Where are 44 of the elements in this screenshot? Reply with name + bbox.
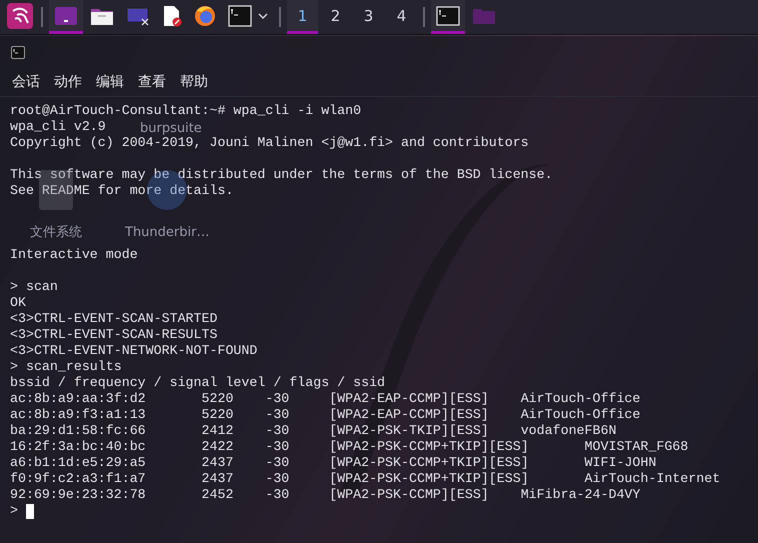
menu-item[interactable]: 帮助 [176, 72, 212, 92]
terminal-line: > scan [10, 279, 58, 295]
terminal-line: 16:2f:3a:bc:40:bc 2422 -30 [WPA2-PSK-CCMP+TKIP][ESS] MOVISTAR_FG68 [10, 439, 688, 455]
folder-icon [472, 6, 496, 24]
workspace-button[interactable]: 4 [386, 0, 417, 34]
terminal-line: root@AirTouch-Consultant:~# wpa_cli -i wlan0 [10, 103, 362, 119]
terminal-line: > scan_results [10, 359, 122, 375]
terminal-line: <3>CTRL-EVENT-SCAN-RESULTS [10, 327, 218, 343]
terminal-line: Interactive mode [10, 247, 138, 263]
browser-icon [194, 4, 216, 26]
terminal-line: ac:8b:a9:f3:a1:13 5220 -30 [WPA2-EAP-CCMP][ESS] AirTouch-Office [10, 407, 640, 423]
terminal-line: ac:8b:a9:aa:3f:d2 5220 -30 [WPA2-EAP-CCMP][ESS] AirTouch-Office [10, 391, 640, 407]
terminal-line: OK [10, 295, 26, 311]
terminal-line: wpa_cli v2.9 [10, 119, 106, 135]
window-icon [54, 6, 78, 26]
terminal-line: This software may be distributed under the terms of the BSD license. [10, 167, 553, 183]
desktop-icon-label[interactable]: 文件系统 [30, 226, 82, 240]
desktop-icon-label[interactable]: burpsuite [140, 122, 202, 136]
terminal-line: ba:29:d1:58:fc:66 2412 -30 [WPA2-PSK-TKIP][ESS] vodafoneFB6N [10, 423, 616, 439]
text-cursor [26, 504, 34, 518]
terminal-line: <3>CTRL-EVENT-NETWORK-NOT-FOUND [10, 343, 258, 359]
workspace-button[interactable]: 1 [287, 0, 318, 34]
menu-item[interactable]: 会话 [8, 72, 44, 92]
terminal-line: bssid / frequency / signal level / flags / ssid [10, 375, 386, 391]
workspace-button[interactable]: 3 [353, 0, 384, 34]
document-icon [162, 4, 182, 26]
terminal-line: See README for more details. [10, 183, 234, 199]
menu-item[interactable]: 动作 [50, 72, 86, 92]
terminal-line: Copyright (c) 2004-2019, Jouni Malinen <j@w1.fi> and contributors [10, 135, 529, 151]
task-button[interactable] [431, 0, 465, 34]
terminal-line: <3>CTRL-EVENT-SCAN-STARTED [10, 311, 218, 327]
terminal-icon [11, 46, 25, 58]
monitor-icon [126, 6, 150, 26]
terminal-line: f0:9f:c2:a3:f1:a7 2437 -30 [WPA2-PSK-CCMP+TKIP][ESS] AirTouch-Internet [10, 471, 720, 487]
menu-item[interactable]: 查看 [134, 72, 170, 92]
terminal-icon [228, 4, 252, 26]
terminal-icon [436, 6, 460, 26]
desktop-icon-label[interactable]: Thunderbir… [125, 226, 210, 240]
terminal-line: a6:b1:1d:e5:29:a5 2437 -30 [WPA2-PSK-CCMP+TKIP][ESS] WIFI-JOHN [10, 455, 656, 471]
workspace-button[interactable]: 2 [320, 0, 351, 34]
prompt-symbol: > [10, 503, 18, 519]
chevron-down-icon [258, 12, 268, 18]
menu-item[interactable]: 编辑 [92, 72, 128, 92]
terminal-line: 92:69:9e:23:32:78 2452 -30 [WPA2-PSK-CCMP][ESS] MiFibra-24-D4VY [10, 487, 640, 503]
